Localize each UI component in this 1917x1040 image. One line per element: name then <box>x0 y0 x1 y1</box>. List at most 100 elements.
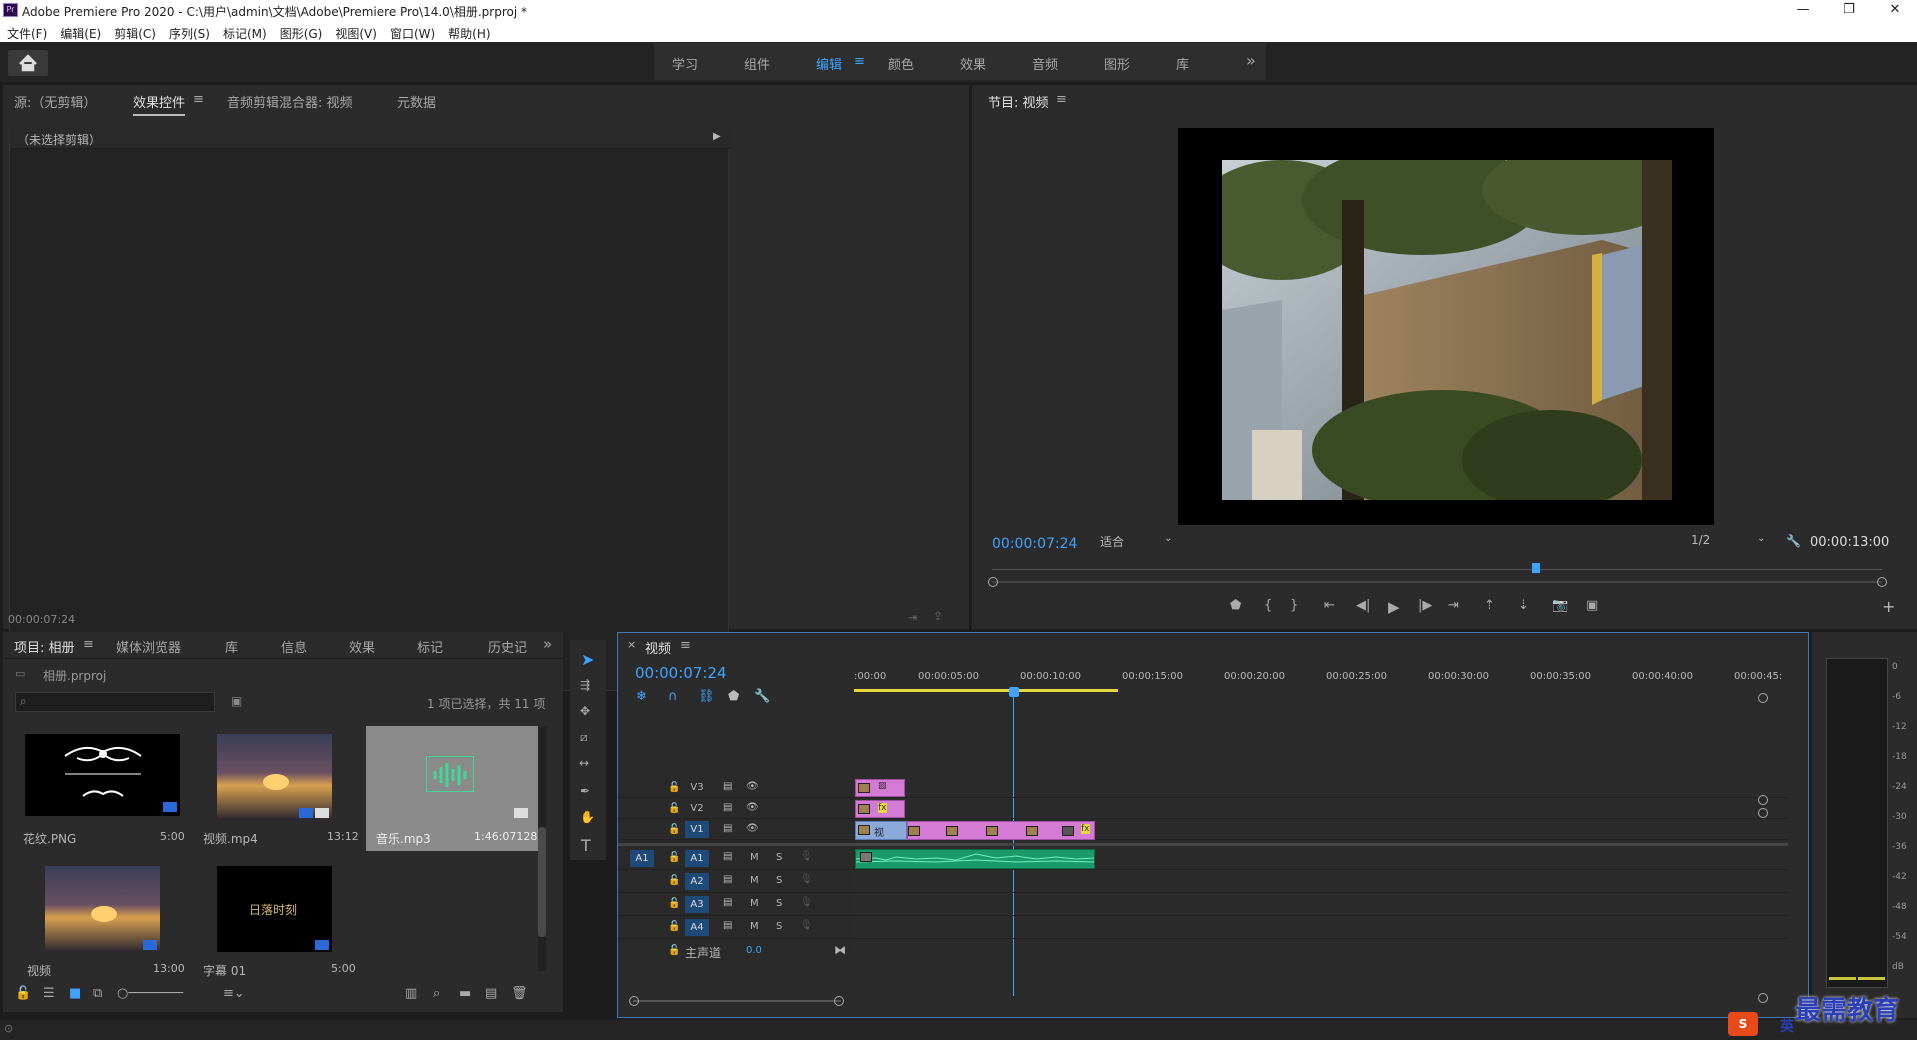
track-v1[interactable]: 🔓 V1 ▤ 👁 <box>618 820 1788 840</box>
vscroll-handle[interactable] <box>1758 808 1768 818</box>
add-marker-icon[interactable]: ⬟ <box>728 689 739 704</box>
project-item-flower[interactable]: 花纹.PNG 5:00 <box>15 726 190 851</box>
menu-file[interactable]: 文件(F) <box>0 21 53 42</box>
timeline-menu-icon[interactable]: ≡ <box>680 638 691 653</box>
clip-v2-flower[interactable]: fx <box>855 800 905 818</box>
source-patch[interactable]: A1 <box>630 850 654 867</box>
video-audio-divider[interactable] <box>618 843 1788 846</box>
project-item-music-mp3[interactable]: 音乐.mp3 1:46:07128 <box>366 726 538 851</box>
program-time-ruler[interactable] <box>992 562 1882 570</box>
icon-view-icon[interactable]: ■ <box>69 986 81 1001</box>
vscroll-handle[interactable] <box>1758 993 1768 1003</box>
menu-view[interactable]: 视图(V) <box>328 21 383 42</box>
program-zoom-bar[interactable] <box>992 581 1882 583</box>
program-menu-icon[interactable]: ≡ <box>1056 92 1067 107</box>
workspace-menu-icon[interactable]: ≡ <box>854 54 865 69</box>
maximize-button[interactable]: ❐ <box>1826 0 1872 21</box>
tab-history[interactable]: 历史记 <box>488 637 527 656</box>
compare-view-icon[interactable]: ▣ <box>1586 598 1598 613</box>
add-button-icon[interactable]: + <box>1882 597 1895 616</box>
track-v2[interactable]: 🔓 V2 ▤ 👁 <box>618 799 1788 819</box>
tab-source[interactable]: 源:（无剪辑） <box>14 92 96 111</box>
workspace-learn[interactable]: 学习 <box>672 54 698 73</box>
track-a2[interactable]: 🔓 A2 ▤ M S 🎙 <box>618 871 1788 893</box>
track-v3[interactable]: 🔓 V3 ▤ 👁 <box>618 778 1788 798</box>
sort-icon[interactable]: ≡⌄ <box>223 986 245 1001</box>
minimize-button[interactable]: — <box>1780 0 1826 21</box>
new-bin-icon[interactable]: ▬ <box>459 986 471 1001</box>
lock-icon[interactable]: 🔓 <box>668 875 680 886</box>
delete-icon[interactable]: 🗑 <box>511 986 528 1001</box>
end-marker-icon[interactable]: ⧓ <box>834 943 846 957</box>
tab-menu-icon[interactable]: ≡ <box>193 92 204 107</box>
eye-icon[interactable]: 👁 <box>746 781 759 792</box>
clip-v1-video[interactable]: 视 <box>855 821 907 840</box>
timeline-timecode[interactable]: 00:00:07:24 <box>635 664 727 682</box>
timeline-ruler[interactable]: :00:00 00:00:05:00 00:00:10:00 00:00:15:… <box>854 671 1804 709</box>
menu-window[interactable]: 窗口(W) <box>383 21 441 42</box>
ripple-edit-tool-icon[interactable]: ✥ <box>580 704 590 718</box>
home-button[interactable] <box>8 50 48 76</box>
close-tab-icon[interactable]: × <box>627 638 636 651</box>
expand-arrow-icon[interactable]: ▶ <box>713 131 721 142</box>
hand-tool-icon[interactable]: ✋ <box>580 810 595 824</box>
sync-icon[interactable]: ▤ <box>723 781 732 792</box>
menu-help[interactable]: 帮助(H) <box>441 21 496 42</box>
mute-button[interactable]: M <box>750 875 759 886</box>
workspace-overflow-icon[interactable]: » <box>1246 51 1256 70</box>
step-forward-icon[interactable]: |▶ <box>1418 598 1432 613</box>
workspace-audio[interactable]: 音频 <box>1032 54 1058 73</box>
lock-icon[interactable]: 🔓 <box>668 898 680 909</box>
step-back-icon[interactable]: ◀| <box>1356 598 1370 613</box>
track-a3[interactable]: 🔓 A3 ▤ M S 🎙 <box>618 894 1788 916</box>
settings-wrench-icon[interactable]: 🔧 <box>1786 534 1801 548</box>
solo-button[interactable]: S <box>776 898 782 909</box>
tab-audio-clip-mixer[interactable]: 音频剪辑混合器: 视频 <box>227 92 353 111</box>
workspace-graphics[interactable]: 图形 <box>1104 54 1130 73</box>
mic-icon[interactable]: 🎙 <box>800 874 813 885</box>
mic-icon[interactable]: 🎙 <box>800 897 813 908</box>
list-view-icon[interactable]: ☰ <box>43 986 55 1001</box>
lock-icon[interactable]: 🔓 <box>15 986 31 1001</box>
sync-icon[interactable]: ▤ <box>723 874 732 885</box>
workspace-editing[interactable]: 编辑 <box>816 54 842 73</box>
timeline-playhead-handle[interactable] <box>1009 687 1019 697</box>
track-master[interactable]: 🔓 主声道 0.0 ⧓ <box>618 941 854 961</box>
solo-button[interactable]: S <box>776 852 782 863</box>
tab-info[interactable]: 信息 <box>281 637 307 656</box>
export-icon[interactable]: ⇪ <box>933 609 943 623</box>
lock-icon[interactable]: 🔓 <box>668 945 680 956</box>
go-to-out-icon[interactable]: ⇥ <box>1448 598 1459 613</box>
lock-icon[interactable]: 🔓 <box>668 921 680 932</box>
linked-selection-icon[interactable]: ⛓ <box>698 689 715 704</box>
zoom-handle-right[interactable] <box>1877 577 1887 587</box>
timeline-settings-icon[interactable]: 🔧 <box>754 689 770 704</box>
ime-logo-icon[interactable]: S <box>1728 1012 1758 1036</box>
program-timecode[interactable]: 00:00:07:24 <box>992 536 1077 552</box>
ime-language[interactable]: 英 <box>1780 1016 1794 1036</box>
tab-effects[interactable]: 效果 <box>349 637 375 656</box>
menu-sequence[interactable]: 序列(S) <box>162 21 216 42</box>
menu-marker[interactable]: 标记(M) <box>216 21 273 42</box>
snap-icon[interactable]: ∩ <box>668 689 678 704</box>
automate-icon[interactable]: ▥ <box>405 986 417 1001</box>
vscroll-handle[interactable] <box>1758 795 1768 805</box>
tab-libraries[interactable]: 库 <box>225 637 238 656</box>
clip-v1-transitions[interactable]: fx <box>907 821 1095 840</box>
lock-icon[interactable]: 🔓 <box>668 782 680 793</box>
sync-icon[interactable]: ▤ <box>723 851 732 862</box>
sync-icon[interactable]: ▤ <box>723 823 732 834</box>
close-button[interactable]: ✕ <box>1872 0 1917 21</box>
freeform-view-icon[interactable]: ⧉ <box>93 986 102 1001</box>
track-select-tool-icon[interactable]: ⇶ <box>580 678 590 692</box>
razor-tool-icon[interactable]: ⧄ <box>580 730 588 745</box>
new-item-icon[interactable]: ▤ <box>485 986 497 1001</box>
timeline-zoom-bar[interactable] <box>633 1000 841 1002</box>
clip-v3-caption[interactable]: ▨ <box>855 779 905 797</box>
mic-icon[interactable]: 🎙 <box>800 851 813 862</box>
lock-icon[interactable]: 🔓 <box>668 852 680 863</box>
extract-icon[interactable]: ⇣ <box>1518 598 1529 613</box>
lock-icon[interactable]: 🔓 <box>668 824 680 835</box>
sync-icon[interactable]: ▤ <box>723 920 732 931</box>
track-a4[interactable]: 🔓 A4 ▤ M S 🎙 <box>618 917 1788 939</box>
